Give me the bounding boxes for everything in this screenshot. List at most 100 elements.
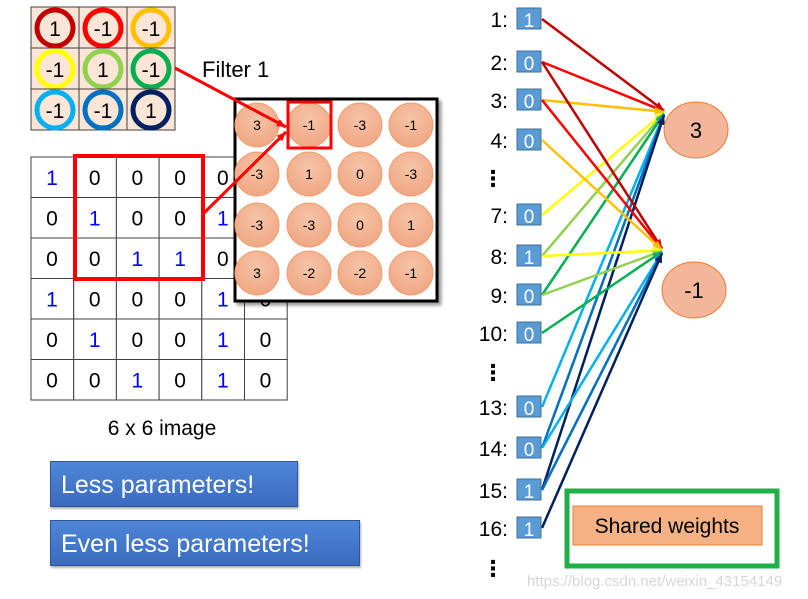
feature-map-value: -3 — [251, 217, 264, 233]
weight-arrow — [541, 98, 665, 114]
input-pixel-value: 1 — [524, 482, 535, 503]
input-pixel-value: 0 — [524, 54, 535, 75]
input-index-label: 2: — [490, 52, 508, 75]
image-pixel: 0 — [174, 208, 186, 231]
weight-arrow — [540, 112, 666, 296]
filter-value: -1 — [142, 59, 161, 82]
image-pixel: 0 — [132, 289, 144, 312]
even-less-parameters-button[interactable]: Even less parameters! — [50, 520, 360, 566]
convolution-diagram: 1-1-1-11-1-1-11 Filter 1 100001010010001… — [30, 6, 782, 590]
feature-map-value: 0 — [356, 217, 364, 233]
image-pixel: 0 — [174, 370, 186, 393]
input-index-label: 8: — [490, 246, 508, 269]
image-pixel: 0 — [46, 248, 58, 271]
filter-grid: 1 -1 -1 -1 1 -1 -1 -1 1 — [30, 6, 176, 131]
input-pixel-value: 0 — [524, 399, 535, 420]
weight-arrow — [540, 115, 666, 491]
vertical-ellipsis: ⋮ — [482, 360, 504, 385]
shared-weights-label: Shared weights — [595, 515, 740, 538]
feature-map-value: 3 — [253, 265, 261, 281]
input-index-label: 16: — [479, 518, 508, 541]
filter-value: -1 — [46, 59, 65, 82]
image-pixel: 0 — [46, 208, 58, 231]
input-pixel-value: 0 — [524, 325, 535, 346]
filter-value: 1 — [145, 100, 157, 123]
image-pixel: 0 — [260, 329, 272, 352]
input-index-label: 9: — [490, 285, 508, 308]
feature-map: 3 -1 -3 -1 -3 1 0 -3 -3 -3 0 1 3 -2 -2 -1 — [233, 97, 439, 303]
feature-map-value: -1 — [405, 117, 418, 133]
weight-arrow — [541, 18, 665, 112]
watermark: https://blog.csdn.net/weixin_43154149 — [527, 573, 782, 590]
image-pixel: 0 — [132, 208, 144, 231]
input-index-label: 10: — [479, 323, 508, 346]
feature-map-value: -3 — [303, 217, 316, 233]
image-pixel: 1 — [132, 370, 144, 393]
filter-value: -1 — [94, 18, 113, 41]
less-parameters-button[interactable]: Less parameters! — [50, 461, 298, 507]
image-pixel: 1 — [132, 248, 144, 271]
filter-value: -1 — [46, 100, 65, 123]
output-neuron-value: 3 — [690, 118, 702, 143]
output-neurons: 3 -1 — [661, 101, 729, 319]
image-pixel: 1 — [174, 248, 186, 271]
image-pixel: 0 — [89, 167, 101, 190]
image-pixel: 0 — [46, 370, 58, 393]
feature-map-value: 1 — [305, 166, 313, 182]
output-neuron-value: -1 — [684, 278, 704, 303]
filter-value: 1 — [97, 59, 109, 82]
filter-label: Filter 1 — [202, 57, 269, 82]
feature-map-value: 3 — [253, 117, 261, 133]
image-pixel: 0 — [217, 248, 229, 271]
image-pixel: 1 — [217, 289, 229, 312]
input-index-label: 4: — [490, 130, 508, 153]
input-list: 1: 12: 03: 04: 0⋮7: 08: 19: 010: 0⋮13: 014: 015: 11… — [479, 7, 542, 581]
input-pixel-value: 1 — [524, 520, 535, 541]
feature-map-value: -2 — [354, 265, 367, 281]
input-index-label: 15: — [479, 480, 508, 503]
image-pixel: 1 — [217, 370, 229, 393]
image-pixel: 0 — [89, 248, 101, 271]
weight-connections — [540, 18, 666, 529]
weight-arrow — [541, 60, 665, 113]
feature-map-value: -3 — [405, 166, 418, 182]
image-pixel: 0 — [132, 167, 144, 190]
weight-arrow — [541, 249, 663, 258]
vertical-ellipsis: ⋮ — [482, 556, 504, 581]
image-caption: 6 x 6 image — [108, 417, 217, 440]
image-pixel: 0 — [174, 329, 186, 352]
image-pixel: 0 — [174, 167, 186, 190]
input-pixel-value: 0 — [524, 132, 535, 153]
input-pixel-value: 0 — [524, 207, 535, 228]
input-index-label: 14: — [479, 438, 508, 461]
image-pixel: 0 — [132, 329, 144, 352]
filter-value: -1 — [142, 18, 161, 41]
input-pixel-value: 0 — [524, 287, 535, 308]
filter-value: 1 — [49, 18, 61, 41]
input-pixel-value: 0 — [524, 440, 535, 461]
image-pixel: 0 — [89, 289, 101, 312]
image-pixel: 1 — [46, 167, 58, 190]
feature-map-value: -3 — [354, 117, 367, 133]
image-pixel: 1 — [217, 329, 229, 352]
input-index-label: 13: — [479, 397, 508, 420]
feature-map-value: -2 — [303, 265, 316, 281]
input-pixel-value: 0 — [524, 92, 535, 113]
image-pixel: 1 — [46, 289, 58, 312]
input-pixel-value: 1 — [524, 248, 535, 269]
image-pixel: 0 — [217, 167, 229, 190]
image-pixel: 1 — [89, 329, 101, 352]
feature-map-value: -1 — [405, 265, 418, 281]
image-pixel: 0 — [46, 329, 58, 352]
feature-map-value: -3 — [251, 166, 264, 182]
feature-map-value: 1 — [407, 217, 415, 233]
input-index-label: 3: — [490, 90, 508, 113]
weight-arrow — [540, 252, 664, 529]
image-pixel: 0 — [174, 289, 186, 312]
filter-value: -1 — [94, 100, 113, 123]
image-pixel: 0 — [89, 370, 101, 393]
feature-map-value: 0 — [356, 166, 364, 182]
image-pixel: 1 — [89, 208, 101, 231]
input-index-label: 1: — [490, 9, 508, 32]
image-pixel: 1 — [217, 208, 229, 231]
